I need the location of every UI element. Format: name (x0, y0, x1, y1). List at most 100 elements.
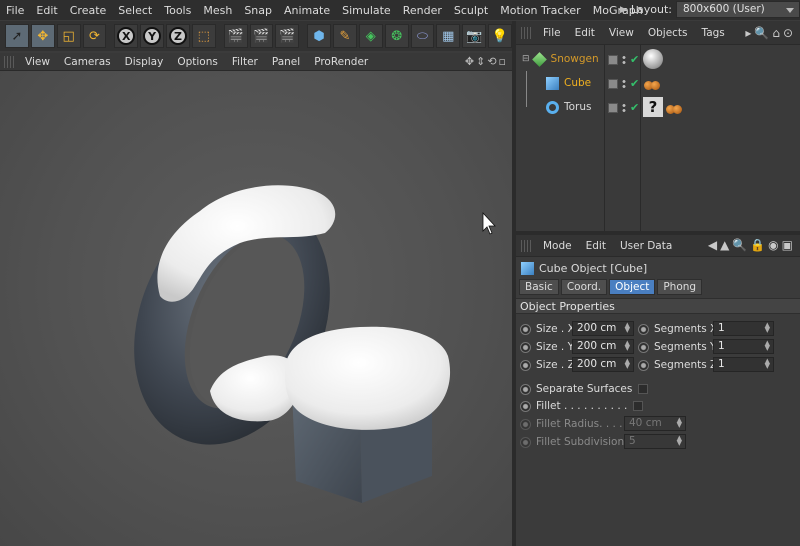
cube-object-button[interactable]: ⬢ (307, 24, 332, 48)
deformer-button[interactable]: ⬭ (410, 24, 435, 48)
animation-radio[interactable] (520, 400, 531, 412)
menu-simulate[interactable]: Simulate (336, 4, 397, 17)
animation-radio[interactable] (520, 341, 531, 353)
unknown-material-tag-icon[interactable]: ? (643, 97, 663, 117)
am-menu-user-data[interactable]: User Data (613, 240, 679, 252)
3d-viewport[interactable] (0, 71, 512, 546)
spinner-icon[interactable]: ▲ ▼ (625, 358, 630, 370)
enabled-check-icon[interactable]: ✔ (630, 101, 639, 114)
subdivision-surface-button[interactable]: ◈ (358, 24, 383, 48)
segments-z-field[interactable]: 1 ▲ ▼ (713, 357, 774, 372)
cloner-button[interactable]: ❂ (384, 24, 409, 48)
animation-radio[interactable] (638, 323, 649, 335)
viewport-menu-panel[interactable]: Panel (265, 56, 307, 68)
menu-select[interactable]: Select (112, 4, 158, 17)
spinner-icon[interactable]: ▲ ▼ (625, 340, 630, 352)
spinner-icon[interactable]: ▲ ▼ (625, 322, 630, 334)
tab-basic[interactable]: Basic (519, 279, 559, 295)
viewport-menu-display[interactable]: Display (118, 56, 171, 68)
size-x-field[interactable]: 200 cm ▲ ▼ (572, 321, 634, 336)
snow-tag-icon[interactable] (644, 75, 660, 93)
light-button[interactable]: 💡 (488, 24, 512, 48)
editor-visibility-flag[interactable] (608, 78, 618, 89)
menu-file[interactable]: File (0, 4, 30, 17)
object-name[interactable]: Torus (564, 101, 592, 113)
animation-radio[interactable] (520, 359, 531, 371)
pen-spline-button[interactable]: ✎ (333, 24, 357, 48)
enabled-check-icon[interactable]: ✔ (630, 53, 639, 66)
spinner-icon[interactable]: ▲ ▼ (765, 358, 770, 370)
editor-visibility-flag[interactable] (608, 102, 618, 113)
viewport-menu-filter[interactable]: Filter (225, 56, 265, 68)
am-menu-mode[interactable]: Mode (536, 240, 579, 252)
menu-edit[interactable]: Edit (30, 4, 63, 17)
animation-radio[interactable] (638, 359, 649, 371)
spinner-icon[interactable]: ▲ ▼ (765, 322, 770, 334)
menu-sculpt[interactable]: Sculpt (448, 4, 494, 17)
segments-x-field[interactable]: 1 ▲ ▼ (713, 321, 774, 336)
spinner-icon[interactable]: ▲ ▼ (765, 340, 770, 352)
move-tool-button[interactable]: ✥ (30, 24, 55, 48)
object-row-cube[interactable]: Cube ✔ (516, 71, 800, 95)
viewport-menu-view[interactable]: View (18, 56, 57, 68)
menu-tools[interactable]: Tools (158, 4, 197, 17)
object-row-torus[interactable]: Torus ✔ ? (516, 95, 800, 119)
object-name[interactable]: Cube (564, 77, 591, 89)
om-menu-objects[interactable]: Objects (641, 27, 695, 39)
viewport-navigation-icons[interactable]: ✥⇕⟲▫ (465, 55, 508, 68)
z-axis-lock-button[interactable]: Z (166, 24, 190, 48)
om-menu-file[interactable]: File (536, 27, 568, 39)
panel-grip-icon[interactable] (521, 26, 531, 39)
om-menu-view[interactable]: View (602, 27, 641, 39)
om-menu-edit[interactable]: Edit (568, 27, 602, 39)
y-axis-lock-button[interactable]: Y (140, 24, 165, 48)
am-toolbar-icons[interactable]: ◀▲🔍🔒◉▣ (708, 238, 796, 252)
separate-surfaces-checkbox[interactable] (638, 384, 649, 394)
segments-y-field[interactable]: 1 ▲ ▼ (713, 339, 774, 354)
enabled-check-icon[interactable]: ✔ (630, 77, 639, 90)
expand-arrow-icon[interactable]: ▶ (620, 5, 627, 15)
layout-dropdown[interactable]: 800x600 (User) (676, 1, 800, 18)
visibility-dots-icon[interactable] (621, 102, 627, 113)
visibility-dots-icon[interactable] (621, 78, 627, 89)
size-z-field[interactable]: 200 cm ▲ ▼ (572, 357, 634, 372)
panel-grip-icon[interactable] (4, 55, 14, 68)
viewport-menu-options[interactable]: Options (170, 56, 225, 68)
tab-phong[interactable]: Phong (657, 279, 703, 295)
menu-render[interactable]: Render (397, 4, 448, 17)
animation-radio[interactable] (638, 341, 649, 353)
viewport-menu-cameras[interactable]: Cameras (57, 56, 118, 68)
menu-mesh[interactable]: Mesh (197, 4, 238, 17)
tab-object[interactable]: Object (609, 279, 656, 295)
menu-snap[interactable]: Snap (238, 4, 278, 17)
viewport-menu-prorender[interactable]: ProRender (307, 56, 375, 68)
collapse-toggle-icon[interactable]: ⊟ (522, 54, 530, 64)
object-row-snowgen[interactable]: ⊟ Snowgen ✔ (516, 47, 800, 71)
live-selection-tool-button[interactable]: ➚ (5, 24, 29, 48)
size-y-field[interactable]: 200 cm ▲ ▼ (572, 339, 634, 354)
animation-radio[interactable] (520, 323, 531, 335)
om-toolbar-icons[interactable]: ▸🔍⌂⊙ (745, 26, 796, 40)
coordinate-system-button[interactable]: ⬚ (191, 24, 216, 48)
x-axis-lock-button[interactable]: X (114, 24, 139, 48)
panel-grip-icon[interactable] (521, 239, 531, 252)
menu-motion-tracker[interactable]: Motion Tracker (494, 4, 586, 17)
render-settings-button[interactable]: 🎬 (275, 24, 300, 48)
render-to-picture-viewer-button[interactable]: 🎬 (249, 24, 274, 48)
snow-tag-icon[interactable] (666, 99, 682, 117)
render-view-button[interactable]: 🎬 (223, 24, 248, 48)
fillet-checkbox[interactable] (633, 401, 644, 411)
camera-button[interactable]: 📷 (462, 24, 487, 48)
visibility-dots-icon[interactable] (621, 54, 627, 65)
object-name[interactable]: Snowgen (551, 53, 599, 65)
animation-radio[interactable] (520, 383, 531, 395)
tab-coord[interactable]: Coord. (560, 279, 608, 295)
floor-button[interactable]: ▦ (436, 24, 461, 48)
menu-create[interactable]: Create (64, 4, 113, 17)
rotate-tool-button[interactable]: ⟳ (82, 24, 107, 48)
material-tag-icon[interactable] (643, 49, 663, 69)
scale-tool-button[interactable]: ◱ (56, 24, 81, 48)
om-menu-tags[interactable]: Tags (695, 27, 732, 39)
am-menu-edit[interactable]: Edit (579, 240, 613, 252)
editor-visibility-flag[interactable] (608, 54, 618, 65)
